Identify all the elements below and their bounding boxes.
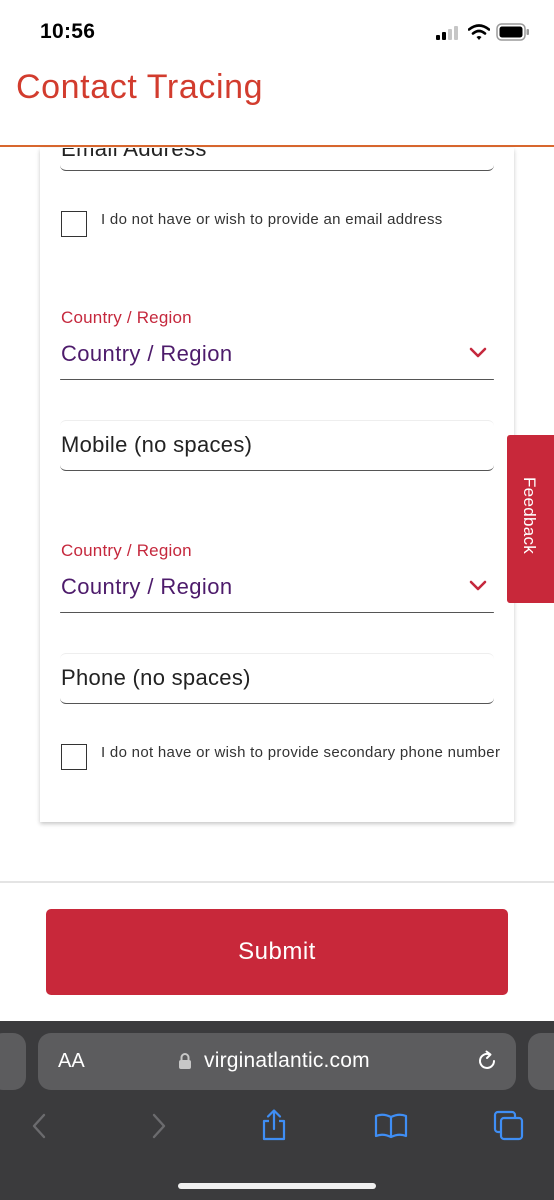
address-bar[interactable]: AA virginatlantic.com <box>38 1033 516 1090</box>
chevron-down-icon[interactable] <box>469 580 487 592</box>
secondary-phone-opt-out-label: I do not have or wish to provide seconda… <box>101 744 501 761</box>
mobile-country-label: Country / Region <box>61 308 192 327</box>
secondary-phone-opt-out-checkbox[interactable] <box>61 744 87 770</box>
mobile-country-select[interactable]: Country / Region <box>61 341 233 367</box>
reload-icon[interactable] <box>475 1049 499 1073</box>
mobile-country-underline <box>60 379 494 380</box>
tabs-icon[interactable] <box>492 1109 526 1141</box>
page-title: Contact Tracing <box>16 68 264 106</box>
chevron-down-icon[interactable] <box>469 347 487 359</box>
home-indicator <box>178 1183 376 1189</box>
next-tab-peek[interactable] <box>528 1033 554 1090</box>
contact-form-card: Email Address I do not have or wish to p… <box>40 148 514 822</box>
phone-country-select[interactable]: Country / Region <box>61 574 233 600</box>
lock-icon <box>179 1053 191 1069</box>
text-size-label: AA <box>58 1050 85 1072</box>
signal-icon <box>436 26 458 40</box>
phone-country-label: Country / Region <box>61 541 192 560</box>
share-icon[interactable] <box>259 1108 289 1142</box>
text-size-button[interactable]: AA <box>58 1050 85 1073</box>
phone-placeholder: Phone (no spaces) <box>61 665 251 690</box>
forward-icon[interactable] <box>150 1113 168 1139</box>
divider <box>0 881 554 883</box>
previous-tab-peek[interactable] <box>0 1033 26 1090</box>
bookmarks-icon[interactable] <box>373 1112 409 1140</box>
back-icon[interactable] <box>30 1113 48 1139</box>
email-opt-out-checkbox[interactable] <box>61 211 87 237</box>
battery-icon <box>496 23 529 41</box>
wifi-icon <box>468 24 490 40</box>
submit-button[interactable]: Submit <box>46 909 508 995</box>
phone-country-underline <box>60 612 494 613</box>
email-opt-out-label: I do not have or wish to provide an emai… <box>101 211 443 228</box>
status-time: 10:56 <box>40 20 96 43</box>
email-field[interactable] <box>60 148 494 171</box>
mobile-placeholder: Mobile (no spaces) <box>61 432 253 457</box>
feedback-label: Feedback <box>520 477 539 555</box>
url-text: virginatlantic.com <box>204 1049 370 1072</box>
feedback-tab[interactable]: Feedback <box>507 435 554 603</box>
